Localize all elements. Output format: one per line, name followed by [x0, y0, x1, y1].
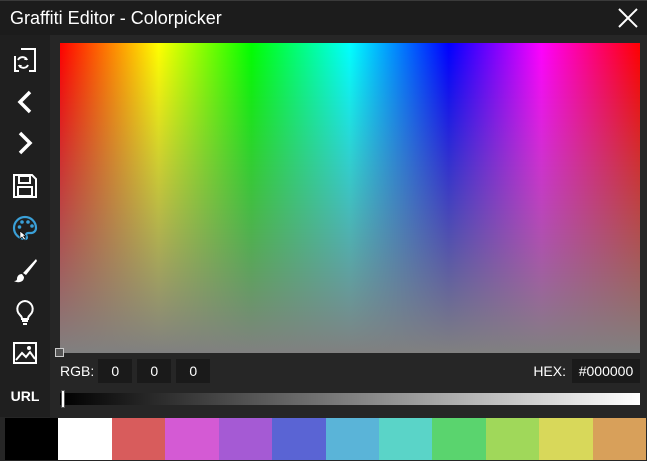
palette-swatch-0[interactable] — [5, 418, 59, 460]
palette-button[interactable] — [8, 211, 42, 245]
chevron-left-icon — [17, 90, 32, 114]
palette-swatch-2[interactable] — [111, 418, 166, 460]
title-bar: Graffiti Editor - Colorpicker — [0, 1, 647, 35]
rgb-controls: RGB: — [60, 359, 215, 383]
brush-icon — [14, 259, 37, 283]
hex-label: HEX: — [533, 363, 566, 379]
previous-button[interactable] — [8, 85, 42, 119]
palette-swatch-7[interactable] — [378, 418, 433, 460]
palette-icon — [12, 215, 38, 241]
green-input[interactable] — [137, 359, 172, 383]
hex-input[interactable] — [572, 359, 640, 383]
palette-swatch-10[interactable] — [539, 418, 593, 460]
rgb-label: RGB: — [60, 363, 95, 379]
red-input[interactable] — [98, 359, 133, 383]
swap-canvas-icon — [14, 48, 36, 72]
palette-swatch-9[interactable] — [485, 418, 540, 460]
hex-controls: HEX: — [533, 359, 640, 383]
save-button[interactable] — [8, 169, 42, 203]
palette-swatch-1[interactable] — [58, 418, 112, 460]
image-button[interactable] — [8, 336, 42, 370]
colorpicker-window: Graffiti Editor - Colorpicker URL RGB: 0… — [0, 0, 647, 461]
palette-swatch-3[interactable] — [165, 418, 219, 460]
url-label: URL — [10, 388, 40, 404]
window-title: Graffiti Editor - Colorpicker — [10, 8, 222, 28]
save-icon — [13, 174, 37, 198]
picker-handle[interactable] — [55, 348, 64, 357]
palette-swatch-5[interactable] — [272, 418, 326, 460]
color-spectrum-area[interactable] — [60, 43, 640, 353]
image-icon — [13, 342, 37, 364]
brightness-slider[interactable] — [60, 390, 640, 408]
palette-swatch-6[interactable] — [325, 418, 379, 460]
palette-swatch-11[interactable] — [592, 418, 647, 460]
chevron-right-icon — [18, 131, 33, 155]
next-button[interactable] — [8, 126, 42, 160]
url-button[interactable]: URL — [8, 379, 42, 413]
swap-canvas-button[interactable] — [8, 43, 42, 77]
palette-swatch-8[interactable] — [432, 418, 486, 460]
blue-input[interactable] — [176, 359, 211, 383]
brightness-slider-thumb[interactable] — [61, 390, 65, 408]
tool-sidebar: URL — [0, 35, 50, 417]
palette-swatch-4[interactable] — [218, 418, 273, 460]
lightbulb-button[interactable] — [8, 295, 42, 329]
close-icon — [618, 8, 638, 28]
close-button[interactable] — [615, 5, 641, 31]
brush-button[interactable] — [8, 253, 42, 287]
color-palette — [5, 418, 647, 460]
lightbulb-icon — [16, 299, 34, 325]
